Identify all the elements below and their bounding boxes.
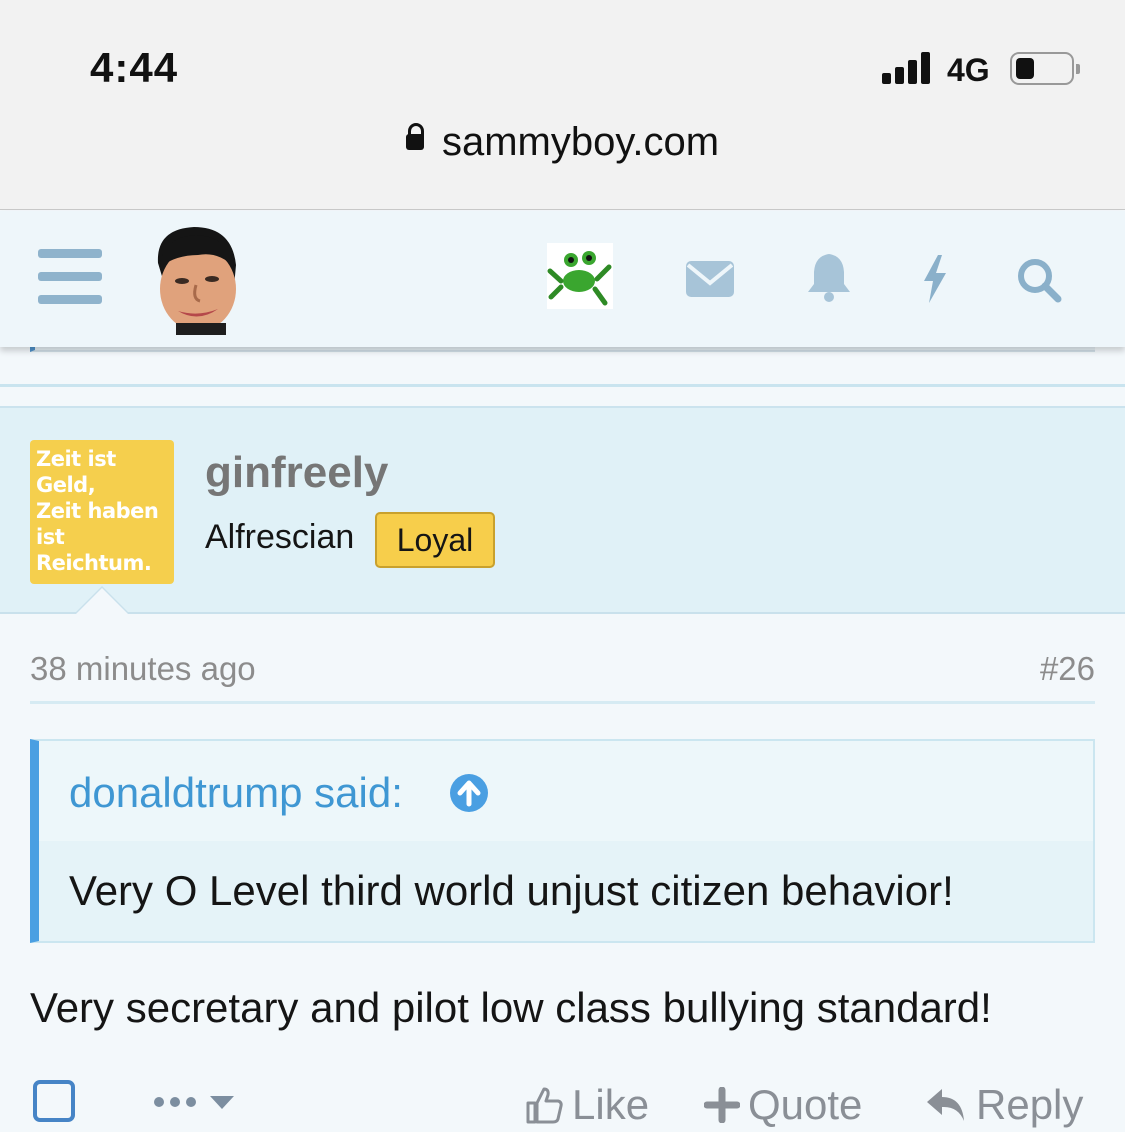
quote-text: Very O Level third world unjust citizen … bbox=[69, 867, 954, 914]
avatar-caret bbox=[74, 586, 130, 614]
menu-icon[interactable] bbox=[38, 249, 102, 305]
post-timestamp[interactable]: 38 minutes ago bbox=[30, 650, 256, 688]
plus-icon bbox=[704, 1087, 740, 1123]
reply-icon bbox=[927, 1089, 964, 1121]
post-user-header: Zeit ist Geld, Zeit haben ist Reichtum. … bbox=[0, 406, 1125, 614]
divider bbox=[30, 701, 1095, 704]
post-number[interactable]: #26 bbox=[1040, 650, 1095, 688]
quote-label: Quote bbox=[748, 1081, 863, 1128]
search-icon[interactable] bbox=[1016, 257, 1062, 303]
divider bbox=[0, 384, 1125, 387]
mail-icon[interactable] bbox=[686, 259, 734, 299]
quote-button[interactable]: Quote bbox=[704, 1078, 862, 1132]
address-bar[interactable]: sammyboy.com bbox=[0, 120, 1125, 165]
battery-icon bbox=[1010, 52, 1080, 85]
quote-author[interactable]: donaldtrump said: bbox=[69, 769, 403, 817]
signal-icon bbox=[882, 52, 934, 84]
bolt-icon[interactable] bbox=[920, 255, 948, 303]
status-time: 4:44 bbox=[90, 44, 179, 91]
lock-icon bbox=[405, 123, 424, 151]
post-body: Very secretary and pilot low class bully… bbox=[30, 984, 992, 1031]
more-options-button[interactable] bbox=[154, 1086, 244, 1116]
avatar-text-line: Zeit ist bbox=[36, 447, 116, 471]
author-badge: Loyal bbox=[375, 512, 495, 568]
arrow-up-circle-icon[interactable] bbox=[449, 773, 489, 813]
reply-button[interactable]: Reply bbox=[924, 1078, 1083, 1132]
frog-logo[interactable] bbox=[547, 243, 613, 309]
author-username[interactable]: ginfreely bbox=[205, 448, 388, 498]
chevron-down-icon bbox=[210, 1096, 234, 1109]
avatar-text-line: ist bbox=[36, 525, 65, 549]
thumbs-up-icon bbox=[526, 1087, 563, 1124]
quote-block: donaldtrump said: Very O Level third wor… bbox=[30, 739, 1095, 943]
avatar-text-line: Reichtum. bbox=[36, 551, 152, 575]
avatar-text-line: Geld, bbox=[36, 473, 96, 497]
select-post-checkbox[interactable] bbox=[33, 1080, 75, 1122]
url-text: sammyboy.com bbox=[441, 120, 720, 164]
author-avatar[interactable]: Zeit ist Geld, Zeit haben ist Reichtum. bbox=[30, 440, 174, 584]
bell-icon[interactable] bbox=[806, 252, 852, 302]
like-button[interactable]: Like bbox=[524, 1078, 649, 1132]
avatar-text-line: Zeit haben bbox=[36, 499, 159, 523]
browser-chrome: 4:44 4G sammyboy.com bbox=[0, 0, 1125, 210]
network-label: 4G bbox=[947, 52, 990, 88]
user-avatar[interactable] bbox=[148, 223, 244, 335]
reply-label: Reply bbox=[976, 1081, 1084, 1128]
author-title: Alfrescian bbox=[205, 518, 355, 556]
like-label: Like bbox=[572, 1081, 650, 1128]
quote-header: donaldtrump said: bbox=[39, 741, 1093, 841]
